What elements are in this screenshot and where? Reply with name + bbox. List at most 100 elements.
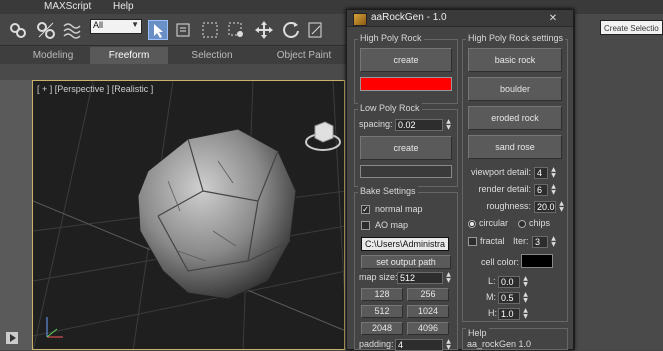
tab-object-paint[interactable]: Object Paint bbox=[262, 47, 346, 64]
size-button-512[interactable]: 512 bbox=[361, 305, 403, 318]
m-arrows[interactable]: ▲ ▼ bbox=[521, 292, 530, 304]
l-spinner[interactable]: 0.0 bbox=[498, 276, 520, 288]
h-arrows[interactable]: ▲ ▼ bbox=[521, 308, 530, 320]
m-spinner[interactable]: 0.5 bbox=[498, 292, 520, 304]
play-icon[interactable] bbox=[6, 332, 18, 344]
fractal-checkbox[interactable] bbox=[468, 237, 477, 246]
menu-maxscript[interactable]: MAXScript bbox=[44, 1, 91, 12]
low-poly-create-button[interactable]: create bbox=[360, 136, 452, 160]
dialog-titlebar[interactable]: aaRockGen - 1.0 ✕ bbox=[347, 10, 573, 27]
perspective-viewport[interactable]: [ + ] [Perspective ] [Realistic ] bbox=[32, 80, 345, 350]
preset-boulder-button[interactable]: boulder bbox=[468, 77, 562, 101]
size-button-1024[interactable]: 1024 bbox=[407, 305, 449, 318]
spacing-spinner-arrows[interactable]: ▲ ▼ bbox=[444, 119, 453, 131]
roughness-arrows[interactable]: ▲ ▼ bbox=[557, 201, 566, 213]
viewport-label[interactable]: [ + ] [Perspective ] [Realistic ] bbox=[37, 84, 153, 94]
output-path-field[interactable]: C:\Users\Administra bbox=[361, 237, 449, 251]
size-button-4096[interactable]: 4096 bbox=[407, 322, 449, 335]
unlink-icon[interactable] bbox=[36, 20, 56, 40]
tab-selection[interactable]: Selection bbox=[178, 47, 246, 64]
low-poly-rock-title: Low Poly Rock bbox=[358, 103, 422, 113]
high-poly-settings-title: High Poly Rock settings bbox=[466, 33, 566, 43]
chips-radio[interactable] bbox=[518, 220, 526, 228]
ao-map-label: AO map bbox=[375, 220, 409, 230]
viewport-detail-label: viewport detail: bbox=[470, 167, 531, 177]
chips-label: chips bbox=[529, 218, 551, 228]
render-detail-arrows[interactable]: ▲ ▼ bbox=[549, 184, 558, 196]
render-detail-label: render detail: bbox=[478, 184, 531, 194]
bake-settings-group: Bake Settings ✓ normal map AO map C:\Use… bbox=[354, 186, 458, 351]
spacing-label: spacing: bbox=[359, 119, 393, 129]
bake-settings-title: Bake Settings bbox=[358, 186, 418, 196]
h-label: H: bbox=[488, 308, 497, 318]
menu-help[interactable]: Help bbox=[113, 1, 134, 12]
app-icon bbox=[353, 13, 367, 26]
cell-color-label: cell color: bbox=[481, 257, 520, 267]
help-text: aa_rockGen 1.0 bbox=[467, 339, 532, 349]
set-output-path-button[interactable]: set output path bbox=[361, 255, 451, 269]
close-icon[interactable]: ✕ bbox=[547, 13, 559, 25]
circular-radio[interactable] bbox=[468, 220, 476, 228]
h-spinner[interactable]: 1.0 bbox=[498, 308, 520, 320]
iter-arrows[interactable]: ▲ ▼ bbox=[549, 236, 558, 248]
select-by-name-icon[interactable] bbox=[174, 20, 194, 40]
l-label: L: bbox=[488, 276, 496, 286]
roughness-label: roughness: bbox=[486, 201, 531, 211]
low-poly-progress-bar bbox=[360, 165, 452, 178]
rockgen-dialog: aaRockGen - 1.0 ✕ High Poly Rock create … bbox=[346, 9, 574, 351]
map-size-label: map size: bbox=[359, 272, 398, 282]
circular-label: circular bbox=[479, 218, 509, 228]
selection-filter-value: All bbox=[93, 20, 104, 30]
tab-freeform[interactable]: Freeform bbox=[90, 47, 168, 64]
padding-spinner-arrows[interactable]: ▲ ▼ bbox=[444, 339, 453, 351]
preset-basic-rock-button[interactable]: basic rock bbox=[468, 48, 562, 72]
size-button-256[interactable]: 256 bbox=[407, 288, 449, 301]
chevron-down-icon: ▼ bbox=[131, 20, 139, 29]
high-poly-rock-title: High Poly Rock bbox=[358, 33, 424, 43]
selection-filter-dropdown[interactable]: All ▼ bbox=[90, 19, 142, 34]
padding-label: padding: bbox=[359, 339, 394, 349]
low-poly-rock-group: Low Poly Rock spacing: 0.02 ▲ ▼ create bbox=[354, 103, 458, 187]
m-label: M: bbox=[486, 292, 496, 302]
map-size-spinner-arrows[interactable]: ▲ ▼ bbox=[444, 272, 453, 284]
ao-map-checkbox[interactable] bbox=[361, 221, 370, 230]
viewport-detail-spinner[interactable]: 4 bbox=[534, 167, 548, 179]
spacing-spinner[interactable]: 0.02 bbox=[395, 119, 443, 131]
map-size-spinner[interactable]: 512 bbox=[397, 272, 443, 284]
preset-sand-rose-button[interactable]: sand rose bbox=[468, 135, 562, 159]
tab-modeling[interactable]: Modeling bbox=[22, 47, 84, 64]
select-object-icon[interactable] bbox=[148, 20, 168, 40]
command-panel bbox=[574, 14, 663, 350]
iter-label: Iter: bbox=[513, 236, 529, 246]
rectangular-selection-icon[interactable] bbox=[200, 20, 220, 40]
preset-eroded-rock-button[interactable]: eroded rock bbox=[468, 106, 562, 130]
normal-map-label: normal map bbox=[375, 204, 423, 214]
normal-map-checkbox[interactable]: ✓ bbox=[361, 205, 370, 214]
size-button-128[interactable]: 128 bbox=[361, 288, 403, 301]
fractal-label: fractal bbox=[480, 236, 505, 246]
scale-icon[interactable] bbox=[306, 20, 326, 40]
high-poly-settings-group: High Poly Rock settings basic rock bould… bbox=[462, 33, 568, 322]
render-detail-spinner[interactable]: 6 bbox=[534, 184, 548, 196]
rotate-icon[interactable] bbox=[281, 20, 301, 40]
high-poly-rock-group: High Poly Rock create bbox=[354, 33, 458, 104]
cell-color-swatch[interactable] bbox=[521, 254, 553, 268]
help-title: Help bbox=[466, 328, 489, 338]
move-icon[interactable] bbox=[254, 20, 274, 40]
bind-space-warp-icon[interactable] bbox=[62, 20, 82, 40]
l-arrows[interactable]: ▲ ▼ bbox=[521, 276, 530, 288]
roughness-spinner[interactable]: 20.0 bbox=[534, 201, 556, 213]
size-button-2048[interactable]: 2048 bbox=[361, 322, 403, 335]
iter-spinner[interactable]: 3 bbox=[532, 236, 548, 248]
high-poly-create-button[interactable]: create bbox=[360, 48, 452, 72]
window-crossing-icon[interactable] bbox=[226, 20, 246, 40]
viewcube-icon[interactable] bbox=[303, 116, 343, 156]
help-group: Help aa_rockGen 1.0 bbox=[462, 328, 568, 350]
high-poly-color-swatch[interactable] bbox=[360, 77, 452, 91]
high-poly-color-fill bbox=[361, 78, 451, 90]
viewport-detail-arrows[interactable]: ▲ ▼ bbox=[549, 167, 558, 179]
create-selection-set-input[interactable]: Create Selectio bbox=[600, 20, 663, 35]
link-icon[interactable] bbox=[8, 20, 28, 40]
padding-spinner[interactable]: 4 bbox=[395, 339, 443, 351]
rock-mesh bbox=[137, 128, 297, 300]
